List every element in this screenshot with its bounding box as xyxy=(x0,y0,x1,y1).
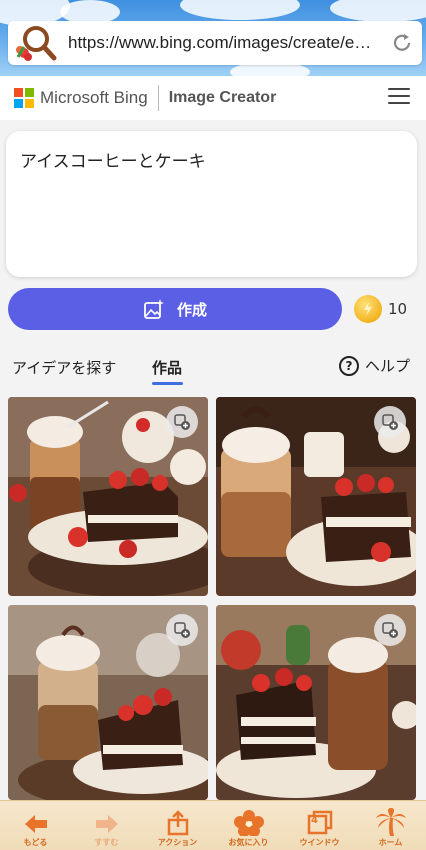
windows-icon xyxy=(307,810,332,835)
collection-add-icon[interactable] xyxy=(166,406,198,438)
palm-tree-icon xyxy=(375,808,406,836)
boost-count: 10 xyxy=(388,300,408,318)
browser-toolbar: もどる すすむ アクション お気に入り ウインドウ ホーム xyxy=(0,800,426,850)
tab-explore-ideas[interactable]: アイデアを探す xyxy=(12,357,116,378)
help-label: ヘルプ xyxy=(364,357,410,375)
favorites-label: お気に入り xyxy=(228,838,269,847)
header-divider xyxy=(157,85,159,111)
home-button[interactable]: ホーム xyxy=(361,808,421,848)
product-name[interactable]: Image Creator xyxy=(169,89,277,107)
forward-label: すすむ xyxy=(94,838,119,847)
url-text[interactable]: https://www.bing.com/images/create/e… xyxy=(62,33,382,53)
bing-header: Microsoft Bing Image Creator xyxy=(0,76,426,120)
microsoft-logo-icon[interactable] xyxy=(14,88,34,108)
forward-arrow-icon xyxy=(95,815,118,833)
prompt-input[interactable]: アイスコーヒーとケーキ xyxy=(6,131,417,277)
reload-icon[interactable] xyxy=(382,21,422,65)
address-bar[interactable]: https://www.bing.com/images/create/e… xyxy=(8,21,422,65)
action-button[interactable]: アクション xyxy=(148,810,208,848)
cloud-decoration xyxy=(180,0,300,20)
favorites-button[interactable]: お気に入り xyxy=(219,810,279,848)
create-button[interactable]: 作成 xyxy=(8,288,342,330)
forward-button[interactable]: すすむ xyxy=(77,812,137,848)
window-count-badge: 4 xyxy=(311,815,318,826)
browser-top-bar: https://www.bing.com/images/create/e… xyxy=(0,0,426,76)
windows-label: ウインドウ xyxy=(299,838,340,847)
search-icon[interactable] xyxy=(8,21,62,65)
action-label: アクション xyxy=(157,838,198,847)
help-icon: ? xyxy=(338,355,359,376)
create-label: 作成 xyxy=(176,300,207,319)
collection-add-icon[interactable] xyxy=(374,614,406,646)
help-button[interactable]: ? ヘルプ xyxy=(338,355,410,376)
generated-image-1[interactable] xyxy=(8,397,208,596)
collection-add-icon[interactable] xyxy=(374,406,406,438)
collection-add-icon[interactable] xyxy=(166,614,198,646)
boost-coin-icon[interactable] xyxy=(354,295,382,323)
hamburger-menu-icon[interactable] xyxy=(388,88,410,108)
back-label: もどる xyxy=(23,838,48,847)
home-label: ホーム xyxy=(378,838,403,847)
generated-image-2[interactable] xyxy=(216,397,416,596)
active-tab-indicator xyxy=(152,382,183,385)
hibiscus-icon xyxy=(233,810,264,836)
back-arrow-icon xyxy=(24,815,47,833)
tab-creations[interactable]: 作品 xyxy=(152,357,182,378)
image-sparkle-icon xyxy=(144,299,164,319)
prompt-text: アイスコーヒーとケーキ xyxy=(20,152,206,172)
windows-button[interactable]: ウインドウ xyxy=(290,810,350,848)
back-button[interactable]: もどる xyxy=(6,812,66,848)
cloud-decoration xyxy=(330,0,426,22)
generated-image-4[interactable] xyxy=(216,605,416,800)
brand-name[interactable]: Microsoft Bing xyxy=(40,88,148,108)
generated-image-3[interactable] xyxy=(8,605,208,800)
share-icon xyxy=(167,810,188,836)
